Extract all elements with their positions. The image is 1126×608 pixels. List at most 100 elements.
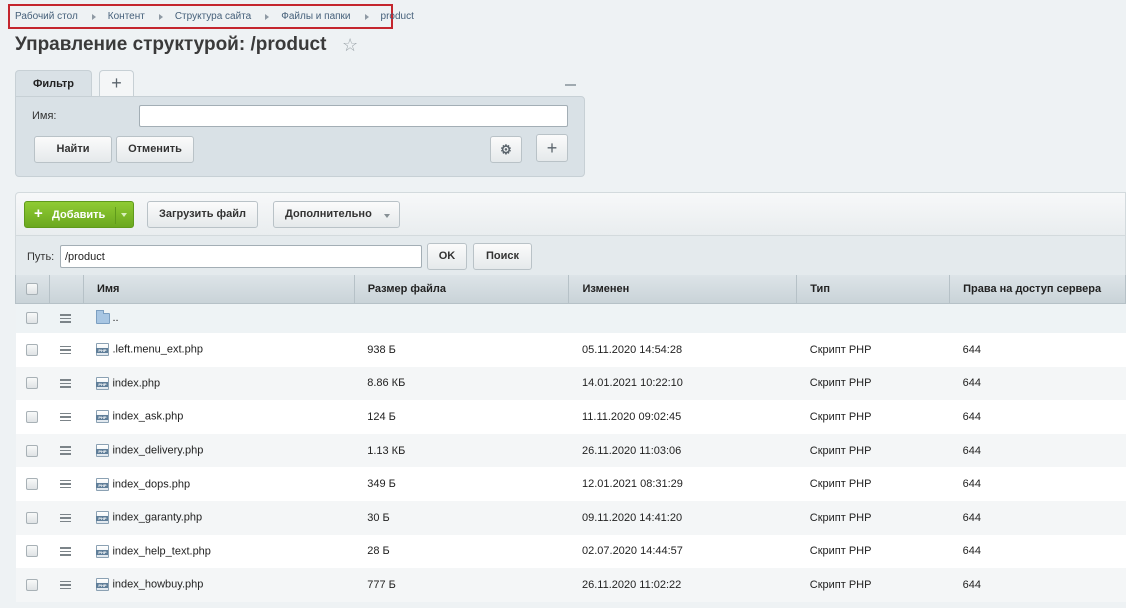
toolbar: + Добавить Загрузить файл Дополнительно	[15, 192, 1126, 235]
row-checkbox-cell[interactable]	[15, 303, 50, 333]
row-checkbox[interactable]	[25, 411, 38, 424]
column-header-modified[interactable]: Изменен	[568, 275, 798, 304]
table-row[interactable]: PHP index_ask.php 124 Б 11.11.2020 09:02:45…	[15, 400, 1126, 434]
file-name[interactable]: index_ask.php	[112, 411, 183, 423]
file-name-cell[interactable]: PHP index_ask.php	[83, 400, 355, 434]
menu-icon[interactable]	[60, 444, 72, 457]
select-all-checkbox[interactable]	[26, 282, 38, 295]
page-title: Управление структурой: /product	[15, 34, 327, 55]
path-input[interactable]	[60, 245, 422, 268]
menu-icon[interactable]	[60, 545, 72, 558]
breadcrumb-item-product[interactable]: product	[381, 11, 414, 22]
file-name-cell[interactable]: PHP index_garanty.php	[83, 500, 355, 535]
row-checkbox[interactable]	[25, 511, 38, 524]
row-checkbox[interactable]	[25, 444, 38, 457]
row-actions-cell[interactable]	[49, 333, 84, 367]
file-type: Скрипт PHP	[796, 568, 950, 602]
row-checkbox[interactable]	[25, 579, 38, 591]
find-button[interactable]: Найти	[34, 136, 112, 163]
menu-icon[interactable]	[60, 344, 72, 357]
minimize-filter-icon[interactable]	[565, 84, 576, 86]
menu-icon[interactable]	[60, 478, 72, 491]
menu-icon[interactable]	[60, 579, 72, 592]
favorite-star-icon[interactable]: ☆	[342, 35, 358, 56]
file-modified: 26.11.2020 11:02:22	[568, 568, 797, 602]
parent-folder-cell[interactable]: ..	[83, 303, 355, 333]
file-name[interactable]: index_howbuy.php	[112, 579, 203, 591]
row-checkbox-cell[interactable]	[15, 333, 50, 367]
more-button[interactable]: Дополнительно	[273, 201, 400, 228]
file-name[interactable]: index_garanty.php	[112, 512, 202, 524]
row-actions-cell[interactable]	[49, 568, 84, 602]
file-permissions: 644	[949, 400, 1126, 434]
column-header-name[interactable]: Имя	[82, 275, 355, 304]
add-button[interactable]: + Добавить	[24, 201, 134, 228]
row-actions-cell[interactable]	[49, 534, 84, 569]
file-name-cell[interactable]: PHP index_help_text.php	[83, 534, 355, 569]
table-row[interactable]: PHP index_howbuy.php 777 Б 26.11.2020 11:02…	[15, 568, 1126, 602]
row-checkbox-cell[interactable]	[15, 500, 50, 535]
file-name[interactable]: .left.menu_ext.php	[112, 344, 203, 356]
table-row[interactable]: PHP index_dops.php 349 Б 12.01.2021 08:31:2…	[15, 467, 1126, 501]
menu-icon[interactable]	[60, 312, 72, 325]
select-all-header[interactable]	[15, 275, 50, 304]
row-checkbox[interactable]	[25, 478, 38, 491]
php-file-icon: PHP	[96, 578, 110, 592]
table-row[interactable]: PHP index_delivery.php 1.13 КБ 26.11.2020 1…	[15, 433, 1126, 468]
row-actions-cell[interactable]	[49, 433, 84, 468]
menu-icon[interactable]	[60, 512, 72, 525]
table-row[interactable]: PHP index_garanty.php 30 Б 09.11.2020 14:41…	[15, 500, 1126, 535]
add-filter-tab-button[interactable]: +	[99, 70, 134, 96]
file-modified: 12.01.2021 08:31:29	[568, 467, 797, 501]
file-name[interactable]: index_help_text.php	[112, 545, 210, 557]
column-header-type[interactable]: Тип	[796, 275, 951, 304]
column-header-permissions[interactable]: Права на доступ сервера	[949, 275, 1126, 304]
row-actions-cell[interactable]	[49, 500, 84, 535]
parent-folder-link[interactable]: ..	[112, 312, 118, 324]
file-name[interactable]: index.php	[112, 377, 160, 389]
search-button[interactable]: Поиск	[473, 243, 532, 270]
row-checkbox-cell[interactable]	[15, 366, 50, 401]
row-checkbox-cell[interactable]	[15, 467, 50, 501]
gear-icon[interactable]: ⚙	[490, 136, 522, 163]
row-checkbox[interactable]	[25, 545, 38, 558]
row-checkbox-cell[interactable]	[15, 568, 50, 602]
menu-icon[interactable]	[60, 411, 72, 424]
column-header-size[interactable]: Размер файла	[353, 275, 570, 304]
file-name[interactable]: index_dops.php	[112, 478, 190, 490]
cancel-button[interactable]: Отменить	[116, 136, 194, 163]
row-actions-cell[interactable]	[49, 366, 84, 401]
name-filter-input[interactable]	[139, 105, 568, 127]
breadcrumb-item-files-folders[interactable]: Файлы и папки	[281, 11, 350, 22]
row-checkbox[interactable]	[25, 312, 38, 325]
add-filter-field-button[interactable]: +	[536, 134, 568, 162]
breadcrumb-item-content[interactable]: Контент	[108, 11, 145, 22]
ok-button[interactable]: OK	[427, 243, 467, 270]
table-row[interactable]: PHP index_help_text.php 28 Б 02.07.2020 14:…	[15, 534, 1126, 569]
row-actions-cell[interactable]	[49, 467, 84, 501]
row-checkbox-cell[interactable]	[15, 534, 50, 569]
row-checkbox[interactable]	[25, 343, 38, 356]
row-actions-cell[interactable]	[49, 303, 84, 333]
row-checkbox[interactable]	[25, 377, 38, 390]
table-row-parent[interactable]: ..	[15, 303, 1126, 333]
breadcrumb-item-desktop[interactable]: Рабочий стол	[15, 11, 78, 22]
menu-icon[interactable]	[60, 377, 72, 390]
row-checkbox-cell[interactable]	[15, 433, 50, 468]
file-name-cell[interactable]: PHP index_delivery.php	[83, 433, 355, 468]
file-name-cell[interactable]: PHP .left.menu_ext.php	[83, 333, 355, 367]
actions-header	[48, 275, 84, 304]
file-name-cell[interactable]: PHP index_dops.php	[83, 467, 355, 501]
row-actions-cell[interactable]	[49, 400, 84, 434]
php-file-icon: PHP	[96, 343, 110, 357]
breadcrumb-item-site-structure[interactable]: Структура сайта	[175, 11, 251, 22]
row-checkbox-cell[interactable]	[15, 400, 50, 434]
table-row[interactable]: PHP .left.menu_ext.php 938 Б 05.11.2020 14:…	[15, 333, 1126, 367]
table-row[interactable]: PHP index.php 8.86 КБ 14.01.2021 10:22:10 Ск…	[15, 366, 1126, 401]
upload-file-button[interactable]: Загрузить файл	[147, 201, 258, 228]
file-name-cell[interactable]: PHP index.php	[83, 366, 355, 401]
file-name[interactable]: index_delivery.php	[112, 444, 203, 456]
file-name-cell[interactable]: PHP index_howbuy.php	[83, 568, 355, 602]
tab-filter[interactable]: Фильтр	[15, 70, 92, 97]
chevron-down-icon[interactable]	[121, 213, 127, 217]
